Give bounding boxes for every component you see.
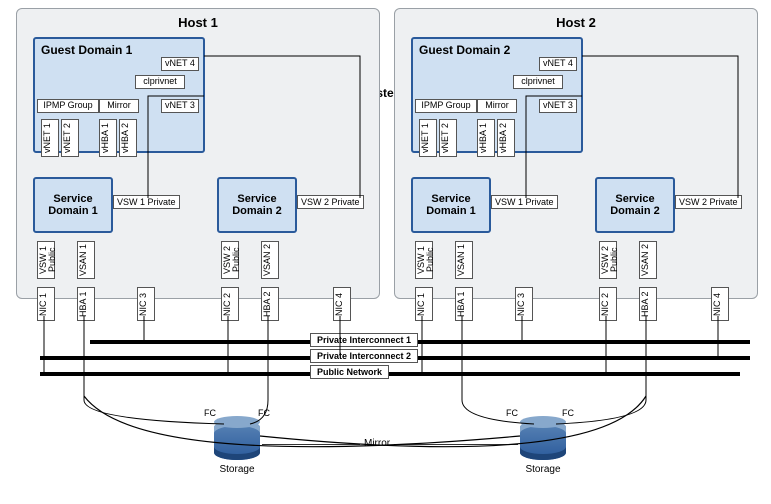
nic1-1: NIC 1: [37, 287, 55, 321]
nic3-2: NIC 3: [515, 287, 533, 321]
vnet3-2: vNET 3: [539, 99, 577, 113]
hba2-1: HBA 2: [261, 287, 279, 321]
vnet2-1: vNET 2: [61, 119, 79, 157]
vnet4-2: vNET 4: [539, 57, 577, 71]
hba1-2: HBA 1: [455, 287, 473, 321]
vnet2-2: vNET 2: [439, 119, 457, 157]
host-2: Host 2 Guest Domain 2 IPMP Group Mirror …: [394, 8, 758, 299]
storage-cylinder-icon: [520, 420, 566, 460]
storage-cylinder-icon: [214, 420, 260, 460]
vhba2-2: vHBA 2: [497, 119, 515, 157]
vsw2-private-2: VSW 2 Private: [675, 195, 742, 209]
private-interconnect-2-label: Private Interconnect 2: [310, 349, 418, 363]
vnet1-1: vNET 1: [41, 119, 59, 157]
host-2-title: Host 2: [395, 15, 757, 30]
vsw2-private-1: VSW 2 Private: [297, 195, 364, 209]
service-domain-2a: Service Domain 1: [411, 177, 491, 233]
storage-1-label: Storage: [214, 464, 260, 475]
nic4-2: NIC 4: [711, 287, 729, 321]
service-domain-2b: Service Domain 2: [595, 177, 675, 233]
public-network-label: Public Network: [310, 365, 389, 379]
vsw1-private-1: VSW 1 Private: [113, 195, 180, 209]
nic1-2: NIC 1: [415, 287, 433, 321]
vhba1-2: vHBA 1: [477, 119, 495, 157]
vsw2-public-1: VSW 2 Public: [221, 241, 239, 279]
vsan2-2: VSAN 2: [639, 241, 657, 279]
vsw2-public-2: VSW 2 Public: [599, 241, 617, 279]
clprivnet-2: clprivnet: [513, 75, 563, 89]
vsan1-1: VSAN 1: [77, 241, 95, 279]
fc-label-2a: FC: [506, 408, 518, 418]
nic2-2: NIC 2: [599, 287, 617, 321]
mirror-label: Mirror: [360, 438, 394, 449]
guest-domain-2: Guest Domain 2 IPMP Group Mirror clprivn…: [411, 37, 583, 153]
hba2-2: HBA 2: [639, 287, 657, 321]
nic3-1: NIC 3: [137, 287, 155, 321]
vsw1-public-1: VSW 1 Public: [37, 241, 55, 279]
storage-2-label: Storage: [520, 464, 566, 475]
service-domain-1b: Service Domain 2: [217, 177, 297, 233]
hba1-1: HBA 1: [77, 287, 95, 321]
vnet4-1: vNET 4: [161, 57, 199, 71]
guest-domain-1: Guest Domain 1 IPMP Group Mirror clprivn…: [33, 37, 205, 153]
service-domain-1a: Service Domain 1: [33, 177, 113, 233]
vnet1-2: vNET 1: [419, 119, 437, 157]
private-interconnect-1-label: Private Interconnect 1: [310, 333, 418, 347]
vsan2-1: VSAN 2: [261, 241, 279, 279]
vsan1-2: VSAN 1: [455, 241, 473, 279]
host-1-title: Host 1: [17, 15, 379, 30]
vsw1-public-2: VSW 1 Public: [415, 241, 433, 279]
guest-domain-2-title: Guest Domain 2: [419, 43, 510, 57]
storage-2: Storage: [520, 420, 566, 476]
fc-label-1b: FC: [258, 408, 270, 418]
public-network: [40, 372, 740, 376]
mirror-1: Mirror: [99, 99, 139, 113]
ipmp-group-1: IPMP Group: [37, 99, 99, 113]
guest-domain-1-title: Guest Domain 1: [41, 43, 132, 57]
ipmp-group-2: IPMP Group: [415, 99, 477, 113]
fc-label-2b: FC: [562, 408, 574, 418]
nic2-1: NIC 2: [221, 287, 239, 321]
storage-1: Storage: [214, 420, 260, 476]
mirror-2: Mirror: [477, 99, 517, 113]
vhba2-1: vHBA 2: [119, 119, 137, 157]
host-1: Host 1 Guest Domain 1 IPMP Group Mirror …: [16, 8, 380, 299]
vhba1-1: vHBA 1: [99, 119, 117, 157]
clprivnet-1: clprivnet: [135, 75, 185, 89]
vnet3-1: vNET 3: [161, 99, 199, 113]
nic4-1: NIC 4: [333, 287, 351, 321]
vsw1-private-2: VSW 1 Private: [491, 195, 558, 209]
fc-label-1a: FC: [204, 408, 216, 418]
private-interconnect-1: [90, 340, 750, 344]
